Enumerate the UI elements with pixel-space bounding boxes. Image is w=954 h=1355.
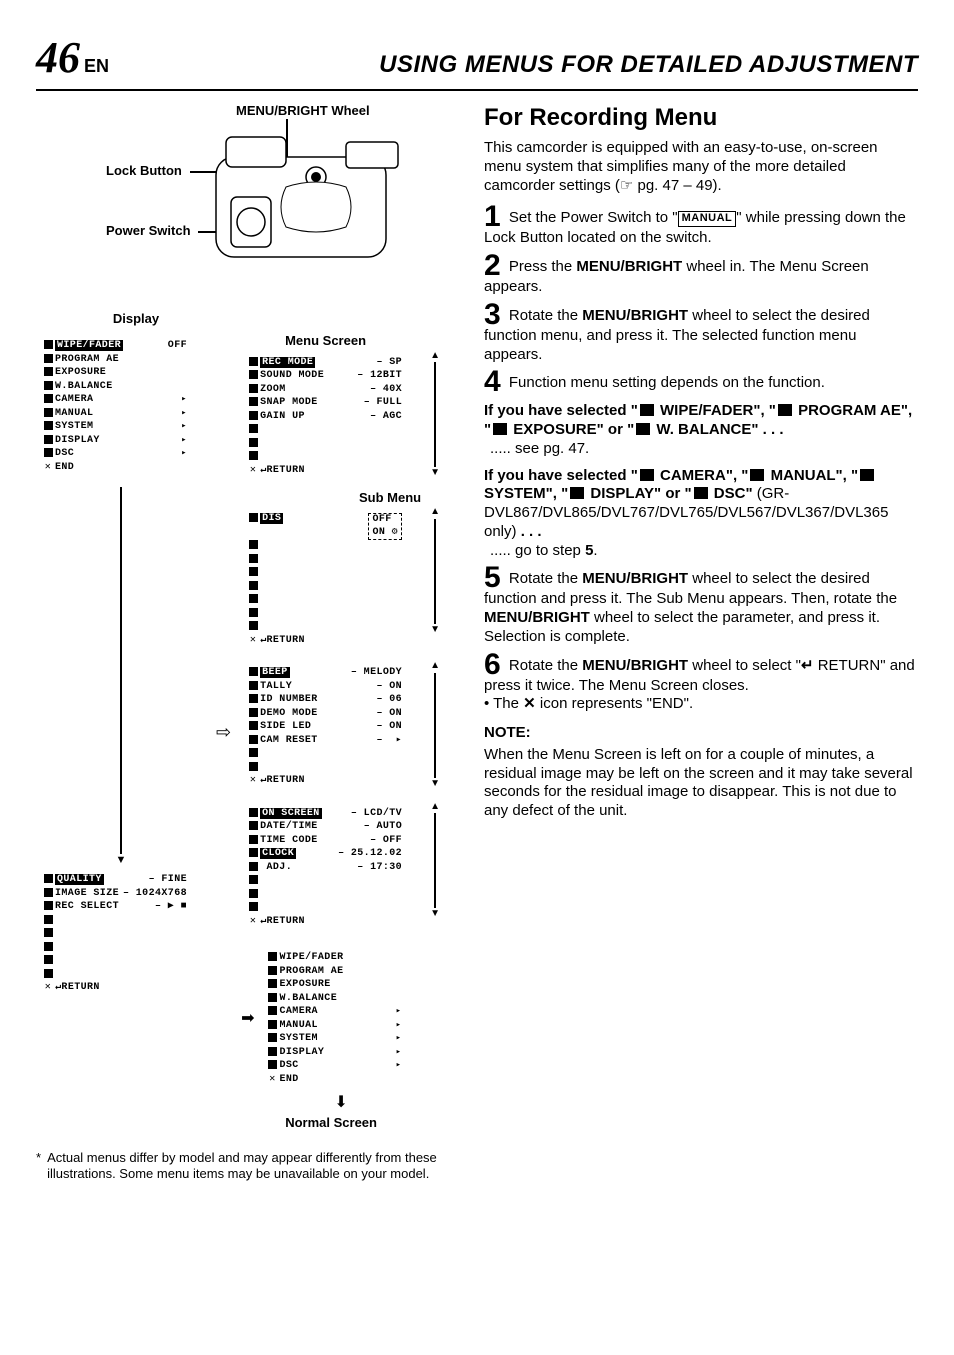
note-body: When the Menu Screen is left on for a co… xyxy=(484,746,918,821)
arrow-right-icon: ⇨ xyxy=(216,721,231,744)
step-6: 6 Rotate the MENU/BRIGHT wheel to select… xyxy=(484,653,918,715)
menu-screen-label: Menu Screen xyxy=(285,333,441,349)
end-x-icon: ✕ xyxy=(523,695,536,712)
selection-group-a: If you have selected " WIPE/FADER", " PR… xyxy=(484,402,918,458)
osd-display-menu: ON SCREEN– LCD/TVDATE/TIME– AUTOTIME COD… xyxy=(241,801,411,936)
page-number: 46 xyxy=(36,30,80,85)
manual-icon xyxy=(750,469,764,481)
callout-menu-bright: MENU/BRIGHT Wheel xyxy=(236,103,370,119)
step-4: 4 Function menu setting depends on the f… xyxy=(484,370,918,394)
return-icon xyxy=(801,657,814,674)
step-5: 5 Rotate the MENU/BRIGHT wheel to select… xyxy=(484,566,918,646)
normal-screen-label: Normal Screen xyxy=(241,1115,421,1131)
w-balance-icon xyxy=(636,423,650,435)
dsc-icon xyxy=(694,487,708,499)
page-header: 46 EN USING MENUS FOR DETAILED ADJUSTMEN… xyxy=(36,30,918,91)
osd-main-menu: WIPE/FADEROFFPROGRAM AEEXPOSUREW.BALANCE… xyxy=(36,333,196,481)
camcorder-illustration xyxy=(196,127,426,277)
section-heading: For Recording Menu xyxy=(484,103,918,133)
intro-paragraph: This camcorder is equipped with an easy-… xyxy=(484,139,918,195)
osd-camera-menu: REC MODE– SPSOUND MODE– 12BITZOOM– 40XSN… xyxy=(241,350,411,485)
callout-power-switch: Power Switch xyxy=(106,223,191,239)
note-heading: NOTE: xyxy=(484,724,918,743)
left-column: MENU/BRIGHT Wheel Lock Button Power Swit… xyxy=(36,103,456,1182)
program-ae-icon xyxy=(778,404,792,416)
callout-lock-button: Lock Button xyxy=(106,163,182,179)
display-label: Display xyxy=(36,311,236,327)
osd-dsc-menu: QUALITY– FINEIMAGE SIZE– 1024X768REC SEL… xyxy=(36,867,196,1002)
wipe-fader-icon xyxy=(640,404,654,416)
camera-icon xyxy=(640,469,654,481)
osd-return-menu: WIPE/FADERPROGRAM AEEXPOSUREW.BALANCECAM… xyxy=(261,945,411,1093)
selection-group-b: If you have selected " CAMERA", " MANUAL… xyxy=(484,467,918,561)
arrow-right-icon: ➡ xyxy=(241,1009,254,1029)
step-2: 2 Press the MENU/BRIGHT wheel in. The Me… xyxy=(484,254,918,297)
display-icon xyxy=(570,487,584,499)
sub-menu-label: Sub Menu xyxy=(269,490,421,506)
arrow-down-icon: ⬇ xyxy=(241,1095,441,1111)
footnote: * Actual menus differ by model and may a… xyxy=(36,1150,456,1183)
right-column: For Recording Menu This camcorder is equ… xyxy=(484,103,918,1182)
step-3: 3 Rotate the MENU/BRIGHT wheel to select… xyxy=(484,303,918,365)
step-1: 1 Set the Power Switch to "MANUAL" while… xyxy=(484,205,918,248)
osd-dis-submenu: DISOFFON ⚙↵RETURN xyxy=(241,506,411,654)
system-icon xyxy=(860,469,874,481)
manual-badge: MANUAL xyxy=(678,211,737,227)
osd-system-menu: BEEP– MELODYTALLY– ONID NUMBER– 06DEMO M… xyxy=(241,660,411,795)
exposure-icon xyxy=(493,423,507,435)
camcorder-figure: MENU/BRIGHT Wheel Lock Button Power Swit… xyxy=(36,103,456,303)
page-lang: EN xyxy=(84,55,109,78)
page-title: USING MENUS FOR DETAILED ADJUSTMENT xyxy=(109,50,918,80)
